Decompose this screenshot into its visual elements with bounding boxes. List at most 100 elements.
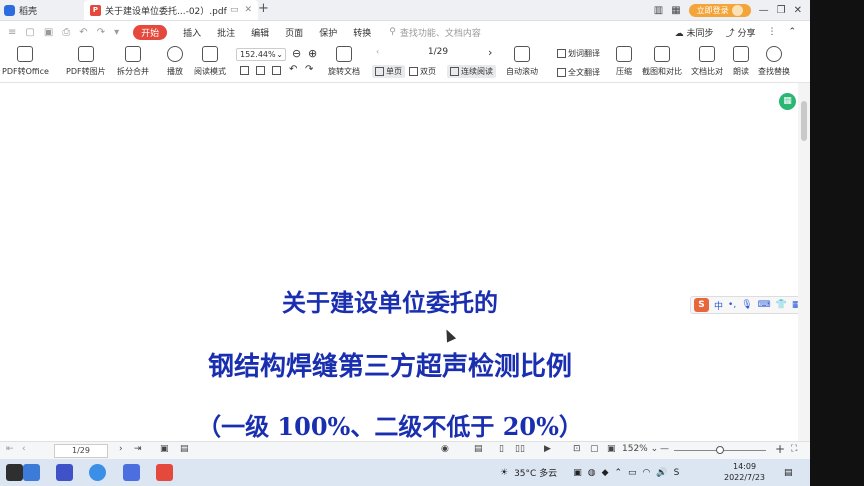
read-aloud-button[interactable]: 朗读 — [733, 46, 749, 77]
vertical-scrollbar[interactable] — [798, 83, 810, 441]
screenshot-compare-button[interactable]: 截图和对比 — [642, 46, 682, 77]
maximize-icon[interactable]: ❐ — [777, 5, 786, 16]
layout-icon[interactable]: ▥ — [654, 5, 663, 16]
grid-icon[interactable]: ▦ — [671, 5, 680, 16]
ime-toolbar[interactable]: S 中 •, 🎙 ⌨ 👕 ▦ — [690, 296, 798, 314]
close-icon[interactable]: ✕ — [794, 5, 802, 16]
more-menu-icon[interactable]: ⋮ — [767, 27, 776, 37]
microphone-icon[interactable]: 🎙 — [741, 300, 752, 310]
zoom-out-icon[interactable]: ⊖ — [292, 47, 301, 60]
doc-compare-button[interactable]: 文档比对 — [691, 46, 723, 77]
fit-icon[interactable]: ⊡ — [573, 444, 581, 454]
menu-page[interactable]: 页面 — [285, 26, 303, 39]
menu-insert[interactable]: 插入 — [183, 26, 201, 39]
prev-page-icon[interactable]: ‹ — [376, 47, 379, 56]
double-page-button[interactable]: 双页 — [409, 66, 436, 77]
browser-icon[interactable] — [89, 464, 106, 481]
wifi-icon[interactable]: ◠ — [643, 468, 651, 478]
ime-lang[interactable]: 中 — [714, 299, 723, 312]
volume-icon[interactable]: 🔊 — [656, 468, 667, 478]
single-page-button[interactable]: 单页 — [372, 65, 405, 78]
print-icon[interactable]: ⎙ — [62, 27, 70, 38]
rotate-document-button[interactable]: 旋转文档 — [328, 46, 360, 77]
page-view-icon[interactable]: ▯ — [499, 444, 504, 454]
zoom-in-status-icon[interactable]: + — [775, 442, 785, 456]
notification-icon[interactable]: ▤ — [784, 459, 793, 486]
search-box[interactable]: ⚲ 查找功能、文档内容 — [389, 26, 481, 39]
tab-close-icon[interactable]: ✕ — [244, 5, 252, 15]
scroll-thumb[interactable] — [801, 101, 807, 141]
eye-protect-icon[interactable]: ◉ — [441, 444, 449, 454]
skin-icon[interactable]: 👕 — [776, 300, 787, 310]
sidebar-toggle-icon[interactable]: ▣ — [160, 444, 169, 454]
menu-convert[interactable]: 转换 — [353, 26, 371, 39]
play-button[interactable]: 播放 — [167, 46, 183, 77]
sync-status[interactable]: ☁ 未同步 — [675, 26, 714, 39]
next-page-icon[interactable]: › — [488, 46, 492, 59]
word-translate-button[interactable]: 划词翻译 — [557, 48, 600, 59]
compress-button[interactable]: 压缩 — [616, 46, 632, 77]
auto-scroll-button[interactable]: 自动滚动 — [506, 46, 538, 77]
tray-icon-1[interactable]: ▣ — [573, 468, 582, 478]
zoom-out-status-icon[interactable]: — — [660, 444, 669, 454]
tab-document[interactable]: P 关于建设单位委托...-02）.pdf ▭ ✕ — [84, 0, 258, 20]
pdf-to-office-button[interactable]: PDF转Office — [2, 46, 49, 77]
outline-icon[interactable]: ▤ — [180, 444, 189, 454]
single-view-icon[interactable]: ▤ — [474, 444, 483, 454]
actual-size-icon[interactable] — [240, 66, 249, 75]
tab-screen-icon[interactable]: ▭ — [230, 5, 239, 15]
status-page-input[interactable]: 1/29 — [54, 444, 108, 458]
double-view-icon[interactable]: ▯▯ — [515, 444, 525, 454]
rotate-right-icon[interactable]: ↷ — [305, 64, 313, 75]
fit-width-icon[interactable] — [272, 66, 281, 75]
battery-icon[interactable]: ▭ — [628, 468, 637, 478]
hamburger-icon[interactable]: ≡ — [8, 27, 16, 38]
redo-icon[interactable]: ↷ — [97, 27, 105, 38]
grid-app-icon[interactable]: ▦ — [779, 93, 796, 110]
rotate-left-icon[interactable]: ↶ — [289, 64, 297, 75]
photos-icon[interactable] — [123, 464, 140, 481]
zoom-select[interactable]: 152.44% ⌄ — [236, 48, 286, 61]
zoom-slider-knob[interactable] — [716, 446, 724, 454]
fit-width-status-icon[interactable]: ▣ — [607, 444, 616, 454]
tray-chevron-icon[interactable]: ⌃ — [614, 468, 622, 478]
share-button[interactable]: ⤴ 分享 — [726, 26, 756, 39]
menu-annotate[interactable]: 批注 — [217, 26, 235, 39]
read-mode-button[interactable]: 阅读模式 — [194, 46, 226, 77]
fit-page-icon[interactable] — [256, 66, 265, 75]
punctuation-icon[interactable]: •, — [728, 300, 736, 310]
tab-home[interactable]: 稻壳 — [0, 0, 86, 20]
next-page-status-icon[interactable]: › — [119, 444, 123, 454]
zoom-status[interactable]: 152% ⌄ — [622, 444, 658, 454]
clock[interactable]: 14:09 2022/7/23 — [724, 461, 765, 483]
full-translate-button[interactable]: 全文翻译 — [557, 67, 600, 78]
fit-page-status-icon[interactable]: ▢ — [590, 444, 599, 454]
wps-icon[interactable] — [156, 464, 173, 481]
fullscreen-icon[interactable]: ⛶ — [791, 444, 797, 454]
continuous-read-button[interactable]: 连续阅读 — [447, 65, 496, 78]
zoom-in-icon[interactable]: ⊕ — [308, 47, 317, 60]
collapse-icon[interactable]: ⌃ — [788, 27, 796, 37]
first-page-icon[interactable]: ⇤ — [6, 444, 14, 454]
pdf-to-image-button[interactable]: PDF转图片 — [66, 46, 106, 77]
minimize-icon[interactable]: — — [759, 5, 769, 16]
document-page[interactable]: ▦ 关于建设单位委托的 钢结构焊缝第三方超声检测比例 （一级 100%、二级不低… — [0, 83, 798, 441]
tray-icon-2[interactable]: ◍ — [588, 468, 596, 478]
prev-page-status-icon[interactable]: ‹ — [22, 444, 26, 454]
login-button[interactable]: 立即登录 — [688, 3, 751, 17]
menu-edit[interactable]: 编辑 — [251, 26, 269, 39]
menu-protect[interactable]: 保护 — [319, 26, 337, 39]
open-file-icon[interactable]: ▢ — [25, 27, 34, 38]
mail-icon[interactable] — [23, 464, 40, 481]
more-icon[interactable]: ▾ — [114, 27, 119, 38]
split-merge-button[interactable]: 拆分合并 — [117, 46, 149, 77]
task-view-icon[interactable] — [6, 464, 23, 481]
play-status-icon[interactable]: ▶ — [544, 444, 551, 454]
keyboard-icon[interactable]: ⌨ — [758, 300, 771, 310]
app-icon[interactable] — [56, 464, 73, 481]
find-replace-button[interactable]: 查找替换 — [758, 46, 790, 77]
undo-icon[interactable]: ↶ — [79, 27, 87, 38]
sogou-tray-icon[interactable]: S — [674, 468, 680, 478]
weather-text[interactable]: 35°C 多云 — [514, 466, 557, 479]
menu-start[interactable]: 开始 — [133, 24, 168, 40]
